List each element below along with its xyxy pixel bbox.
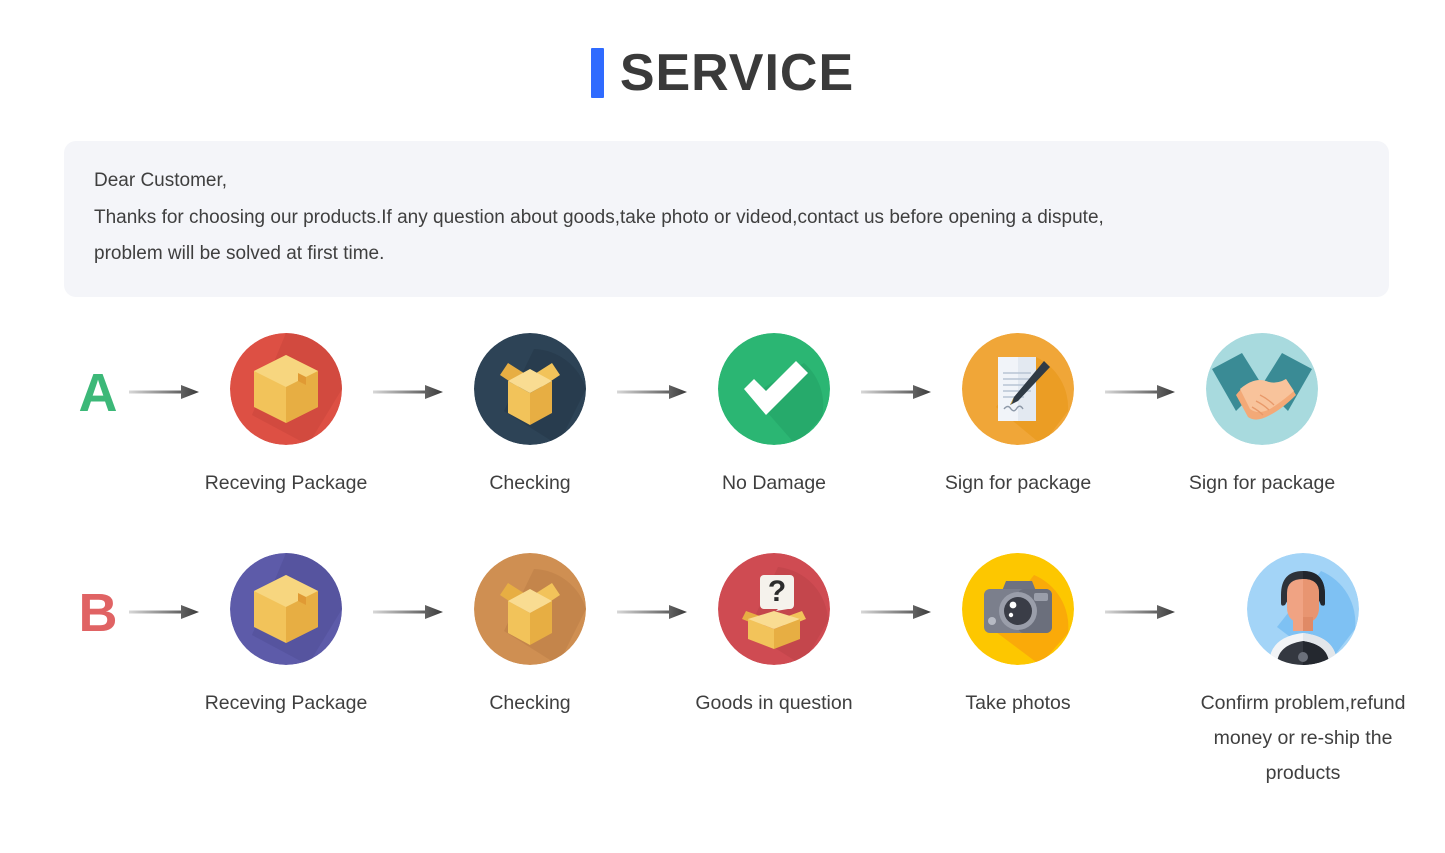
closed-box-icon — [230, 553, 342, 666]
flow-step: Take photos — [934, 553, 1102, 721]
notice-line-1: Dear Customer, — [94, 170, 228, 191]
arrow-right-icon — [126, 380, 202, 404]
flow-step-caption: Checking — [489, 692, 571, 715]
arrow-right-icon — [858, 600, 934, 624]
arrow-right-icon — [370, 380, 446, 404]
arrow-right-icon — [126, 600, 202, 624]
flow-step-caption: Sign for package — [1188, 471, 1336, 494]
handshake-icon — [1206, 332, 1318, 445]
arrow-right-icon — [1102, 600, 1178, 624]
flow-step: Checking — [446, 553, 614, 721]
check-mark-icon — [718, 332, 830, 445]
flow-step: Sign for package — [934, 332, 1102, 501]
arrow-right-icon — [370, 600, 446, 624]
svg-text:?: ? — [768, 575, 786, 608]
arrow-right-icon — [1102, 380, 1178, 404]
flow-step-caption: No Damage — [721, 471, 827, 494]
support-person-icon — [1247, 553, 1359, 666]
flow-step-caption: Confirm problem,refund money or re-ship … — [1200, 692, 1406, 785]
notice-line-2: Thanks for choosing our products.If any … — [94, 206, 1104, 228]
flow-step-caption: Take photos — [965, 692, 1071, 715]
question-box-icon: ? — [718, 553, 830, 666]
sign-document-icon — [962, 332, 1074, 445]
flow-step-caption: Receving Package — [204, 692, 368, 715]
service-page: SERVICE Dear Customer, Thanks for choosi… — [0, 0, 1445, 853]
flow-step: Checking — [446, 332, 614, 501]
flow-label-b: B — [78, 583, 118, 644]
open-box-icon — [474, 332, 586, 445]
flow-step: Sign for package — [1178, 332, 1346, 501]
flow-row-a: A Receving Package Checking No Damage Si… — [0, 332, 1445, 501]
flow-step: Receving Package — [202, 332, 370, 501]
arrow-right-icon — [858, 380, 934, 404]
title-accent-bar — [590, 48, 604, 98]
arrow-right-icon — [614, 380, 690, 404]
flow-step: No Damage — [690, 332, 858, 501]
open-box-icon — [474, 553, 586, 666]
flow-step-caption: Checking — [489, 471, 571, 494]
flow-row-b: B Receving Package Checking ? Goods in q… — [0, 553, 1445, 791]
arrow-right-icon — [614, 600, 690, 624]
flow-step-caption: Goods in question — [695, 692, 853, 715]
flow-label-a: A — [78, 362, 118, 423]
customer-notice-box: Dear Customer, Thanks for choosing our p… — [64, 141, 1389, 297]
flow-step: Receving Package — [202, 553, 370, 721]
camera-icon — [962, 553, 1074, 666]
page-title: SERVICE — [0, 0, 1445, 108]
flow-step-caption: Receving Package — [204, 471, 368, 494]
page-title-text: SERVICE — [619, 44, 855, 102]
closed-box-icon — [230, 332, 342, 445]
notice-line-3: problem will be solved at first time. — [94, 243, 385, 265]
flow-step: ? Goods in question — [690, 553, 858, 721]
flow-step: Confirm problem,refund money or re-ship … — [1178, 553, 1428, 791]
flow-step-caption: Sign for package — [944, 471, 1092, 494]
